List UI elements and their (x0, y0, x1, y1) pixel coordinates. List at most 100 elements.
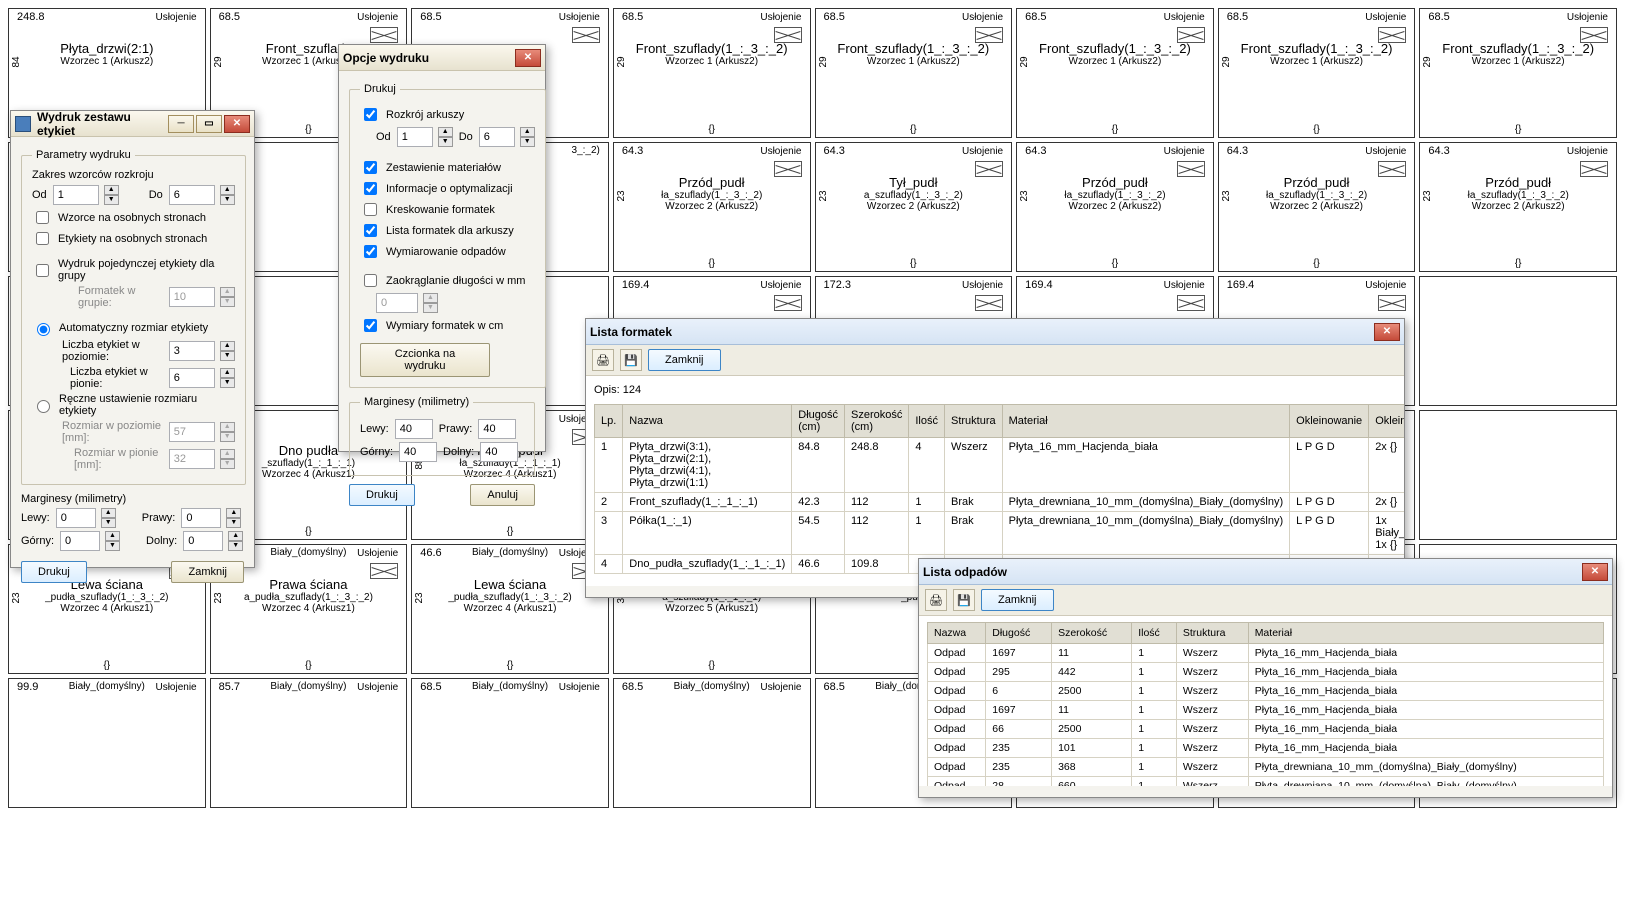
drukuj-button[interactable]: Drukuj (21, 561, 87, 583)
chk-informacje[interactable] (364, 182, 377, 195)
chk-etykiety-osobne[interactable] (36, 232, 49, 245)
titlebar[interactable]: Opcje wydruku ✕ (339, 45, 545, 71)
label-cell: 68.5Usłojenie 29 Front_szuflady(1_:_3_:_… (1218, 8, 1416, 138)
spin-up[interactable]: ▲ (220, 368, 235, 378)
chk-zaokraglanie[interactable] (364, 274, 377, 287)
table-header[interactable]: Nazwa (928, 623, 986, 644)
table-header[interactable]: Szerokość (1052, 623, 1132, 644)
minimize-button[interactable]: ─ (168, 115, 194, 133)
table-header[interactable]: Nazwa (623, 405, 792, 438)
spin-up[interactable]: ▲ (220, 341, 235, 351)
spin-down[interactable]: ▼ (220, 351, 235, 361)
window-print-options: Opcje wydruku ✕ Drukuj Rozkrój arkuszy O… (338, 44, 546, 452)
zaokraglanie-input (376, 293, 418, 313)
window-lista-formatek: Lista formatek ✕ 🖨 💾 Zamknij Opis: 124 L… (585, 318, 1405, 598)
app-icon (15, 116, 31, 132)
table-row[interactable]: Odpad6625001WszerzPłyta_16_mm_Hacjenda_b… (928, 720, 1604, 739)
table-header[interactable]: Długość (cm) (792, 405, 845, 438)
table-header[interactable]: Struktura (1176, 623, 1248, 644)
maximize-button[interactable]: ▭ (196, 115, 222, 133)
chk-rozkroj[interactable] (364, 108, 377, 121)
od-input[interactable] (397, 127, 433, 147)
gorny-input[interactable] (399, 442, 437, 462)
table-row[interactable]: 2Front_szuflady(1_:_1_:_1)42.31121BrakPł… (595, 493, 1405, 512)
zamknij-button[interactable]: Zamknij (171, 561, 244, 583)
table-header[interactable]: Materiał (1248, 623, 1603, 644)
print-icon[interactable]: 🖨 (925, 589, 947, 611)
liczba-pion-input[interactable] (169, 368, 215, 388)
chk-kreskowanie[interactable] (364, 203, 377, 216)
label-cell: 68.5Usłojenie 29 Front_szuflady(1_:_3_:_… (1016, 8, 1214, 138)
table-row[interactable]: Odpad625001WszerzPłyta_16_mm_Hacjenda_bi… (928, 682, 1604, 701)
save-icon[interactable]: 💾 (953, 589, 975, 611)
table-header[interactable]: Szerokość (cm) (845, 405, 909, 438)
titlebar[interactable]: Wydruk zestawu etykiet ─ ▭ ✕ (11, 111, 254, 137)
liczba-poziom-input[interactable] (169, 341, 215, 361)
dolny-input[interactable] (480, 442, 518, 462)
table-header[interactable]: Lp. (595, 405, 623, 438)
label-cell (1419, 276, 1617, 406)
table-row[interactable]: Odpad2954421WszerzPłyta_16_mm_Hacjenda_b… (928, 663, 1604, 682)
dolny-input[interactable] (183, 531, 223, 551)
table-header[interactable]: Długość (986, 623, 1052, 644)
table-header[interactable]: Struktura (944, 405, 1002, 438)
table-row[interactable]: Odpad2351011WszerzPłyta_16_mm_Hacjenda_b… (928, 739, 1604, 758)
titlebar[interactable]: Lista odpadów ✕ (919, 559, 1612, 585)
table-header[interactable]: Okleina Długość (1369, 405, 1404, 438)
zamknij-button[interactable]: Zamknij (648, 349, 721, 371)
chk-wymiarowanie[interactable] (364, 245, 377, 258)
titlebar[interactable]: Lista formatek ✕ (586, 319, 1404, 345)
zamknij-button[interactable]: Zamknij (981, 589, 1054, 611)
chk-wymiary-cm[interactable] (364, 319, 377, 332)
cross-icon (975, 295, 1003, 311)
drukuj-button[interactable]: Drukuj (349, 484, 415, 506)
opis-label: Opis: 124 (594, 384, 1396, 396)
spin-up[interactable]: ▲ (104, 185, 119, 195)
close-button[interactable]: ✕ (1374, 323, 1400, 341)
close-button[interactable]: ✕ (515, 49, 541, 67)
lewy-input[interactable] (56, 508, 96, 528)
table-row[interactable]: Odpad1697111WszerzPłyta_16_mm_Hacjenda_b… (928, 701, 1604, 720)
table-row[interactable]: 1Płyta_drzwi(3:1), Płyta_drzwi(2:1), Pły… (595, 438, 1405, 493)
table-header[interactable]: Ilość (1132, 623, 1177, 644)
anuluj-button[interactable]: Anuluj (470, 484, 535, 506)
table-row[interactable]: 3Półka(1_:_1)54.51121BrakPłyta_drewniana… (595, 512, 1405, 555)
od-input[interactable] (53, 185, 99, 205)
window-title: Opcje wydruku (343, 51, 515, 65)
table-row[interactable]: Odpad1697111WszerzPłyta_16_mm_Hacjenda_b… (928, 644, 1604, 663)
do-input[interactable] (169, 185, 215, 205)
do-input[interactable] (479, 127, 515, 147)
spin-up[interactable]: ▲ (220, 185, 235, 195)
label-cell: 64.3Usłojenie 23 Przód_pudłła_szuflady(1… (1016, 142, 1214, 272)
radio-auto-rozmiar[interactable] (37, 323, 50, 336)
table-header[interactable]: Okleinowanie (1290, 405, 1369, 438)
table-row[interactable]: Odpad2353681WszerzPłyta_drewniana_10_mm_… (928, 758, 1604, 777)
rozmiar-pion-input (169, 449, 215, 469)
close-button[interactable]: ✕ (224, 115, 250, 133)
spin-down[interactable]: ▼ (104, 195, 119, 205)
chk-pojedyncza[interactable] (36, 264, 49, 277)
chk-zestawienie[interactable] (364, 161, 377, 174)
print-icon[interactable]: 🖨 (592, 349, 614, 371)
prawy-input[interactable] (181, 508, 221, 528)
spin-down[interactable]: ▼ (220, 378, 235, 388)
radio-reczne-rozmiar[interactable] (37, 400, 50, 413)
cross-icon (774, 27, 802, 43)
chk-lista-formatek[interactable] (364, 224, 377, 237)
cross-icon (1177, 295, 1205, 311)
label-cell: Biały_(domyślny) 68.5Usłojenie (411, 678, 609, 808)
spin-down[interactable]: ▼ (220, 195, 235, 205)
table-row[interactable]: Odpad286601WszerzPłyta_drewniana_10_mm_(… (928, 777, 1604, 787)
save-icon[interactable]: 💾 (620, 349, 642, 371)
cross-icon (975, 161, 1003, 177)
table-header[interactable]: Materiał (1002, 405, 1290, 438)
table-header[interactable]: Ilość (909, 405, 945, 438)
prawy-input[interactable] (478, 419, 516, 439)
chk-wzorce-osobne[interactable] (36, 211, 49, 224)
czcionka-button[interactable]: Czcionka na wydruku (360, 343, 490, 377)
gorny-input[interactable] (60, 531, 100, 551)
lewy-input[interactable] (395, 419, 433, 439)
close-button[interactable]: ✕ (1582, 563, 1608, 581)
cross-icon (1177, 161, 1205, 177)
label-cell: Biały_(domyślny) 68.5Usłojenie (613, 678, 811, 808)
